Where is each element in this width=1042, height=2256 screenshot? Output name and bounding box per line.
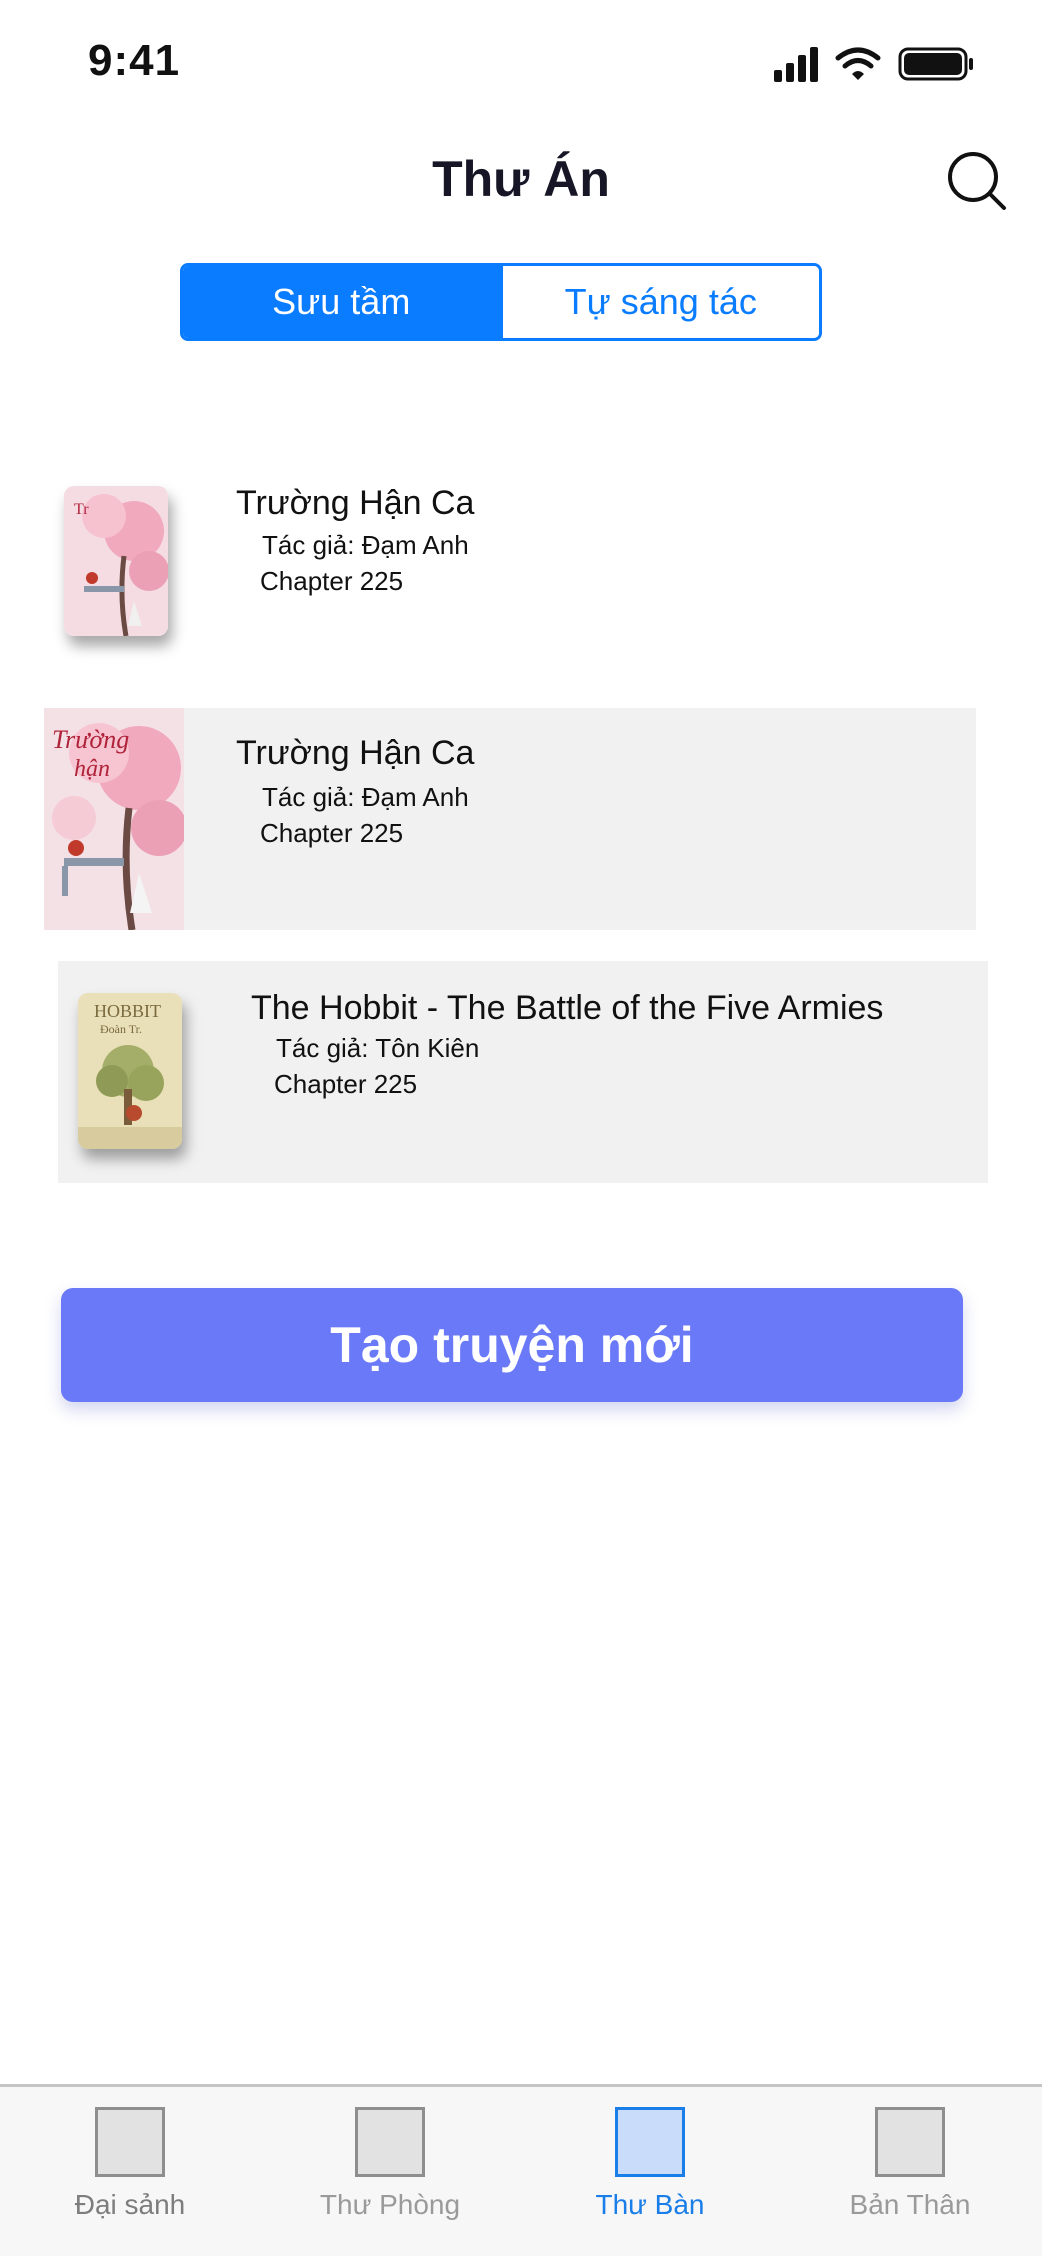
- tab-desk-icon: [615, 2107, 685, 2177]
- book-row[interactable]: Trường hận Trường Hận Ca Tác giả: Đạm An…: [44, 708, 976, 930]
- search-button[interactable]: [946, 150, 1008, 212]
- search-icon: [948, 152, 1006, 210]
- segmented-control: Sưu tầm Tự sáng tác: [180, 263, 822, 341]
- tab-label: Bản Thân: [849, 2189, 971, 2220]
- book-row[interactable]: HOBBIT Đoàn Tr. The Hobbit - The Battle …: [58, 961, 988, 1183]
- status-icons: [772, 44, 1002, 84]
- svg-text:hận: hận: [74, 756, 110, 782]
- create-story-button[interactable]: Tạo truyện mới: [61, 1288, 963, 1402]
- book-author: Tác giả: Đạm Anh: [262, 782, 469, 812]
- book-title: Trường Hận Ca: [236, 734, 475, 772]
- book-cover: HOBBIT Đoàn Tr.: [78, 993, 182, 1149]
- tab-label: Đại sảnh: [74, 2189, 186, 2220]
- book-cover-image: HOBBIT Đoàn Tr.: [78, 993, 182, 1149]
- tab-profile-icon: [875, 2107, 945, 2177]
- segment-collected[interactable]: Sưu tầm: [183, 266, 500, 338]
- signal-wifi-battery-icon: [774, 47, 973, 82]
- book-title: The Hobbit - The Battle of the Five Armi…: [251, 989, 884, 1027]
- book-author: Tác giả: Tôn Kiên: [276, 1033, 480, 1063]
- tab-label: Thư Bàn: [595, 2189, 705, 2220]
- svg-text:HOBBIT: HOBBIT: [94, 1001, 161, 1021]
- book-cover-image: Trường hận: [44, 708, 184, 930]
- book-row[interactable]: Tr Trường Hận Ca Tác giả: Đạm Anh Chapte…: [44, 470, 974, 660]
- tab-lobby[interactable]: Đại sảnh: [0, 2087, 260, 2256]
- tab-lobby-icon: [95, 2107, 165, 2177]
- book-author: Tác giả: Đạm Anh: [262, 530, 469, 560]
- page-title: Thư Án: [432, 151, 610, 207]
- book-cover-image: Tr: [64, 486, 168, 636]
- tab-profile[interactable]: Bản Thân: [780, 2087, 1040, 2256]
- status-time: 9:41: [88, 36, 181, 85]
- screen: 9:41 Thư Án Sưu tầm Tự sáng tác Tr Trườn…: [0, 0, 1042, 2256]
- svg-text:Đoàn Tr.: Đoàn Tr.: [100, 1022, 142, 1036]
- tab-library[interactable]: Thư Phòng: [260, 2087, 520, 2256]
- tab-bar: Đại sảnh Thư Phòng Thư Bàn Bản Thân: [0, 2084, 1042, 2256]
- book-title: Trường Hận Ca: [236, 484, 475, 522]
- tab-label: Thư Phòng: [319, 2189, 461, 2220]
- segment-self-written[interactable]: Tự sáng tác: [499, 266, 819, 338]
- book-chapter: Chapter 225: [260, 566, 404, 596]
- book-chapter: Chapter 225: [274, 1069, 418, 1099]
- svg-text:Tr: Tr: [74, 501, 89, 518]
- book-cover: Trường hận: [44, 708, 184, 930]
- svg-text:Trường: Trường: [52, 725, 129, 754]
- book-cover: Tr: [64, 486, 168, 636]
- tab-library-icon: [355, 2107, 425, 2177]
- tab-desk[interactable]: Thư Bàn: [520, 2087, 780, 2256]
- book-chapter: Chapter 225: [260, 818, 404, 848]
